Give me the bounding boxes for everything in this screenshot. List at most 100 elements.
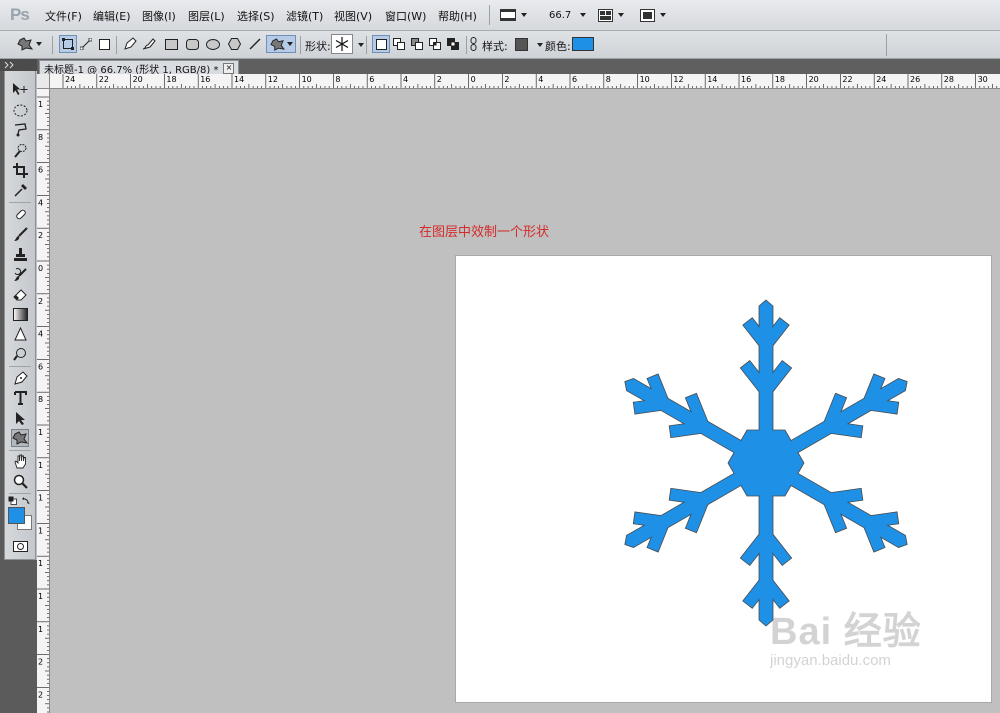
lasso-tool[interactable] (11, 121, 29, 139)
ruler-label: 22 (842, 75, 852, 84)
history-brush-tool[interactable] (11, 265, 29, 283)
rectangle-icon (164, 38, 178, 50)
hand-tool[interactable] (11, 452, 29, 470)
menu-filter[interactable]: 滤镜(T) (286, 8, 323, 24)
brush-icon (13, 226, 28, 241)
screen-layout-button[interactable] (640, 6, 666, 24)
screen-mode-button[interactable] (500, 6, 527, 24)
arrange-documents-button[interactable] (598, 6, 624, 24)
rectangle-tool-button[interactable] (162, 35, 180, 53)
chevron-down-icon[interactable] (358, 43, 364, 47)
watermark-logo-text: Bai 经验 (770, 611, 922, 653)
shape-layers-mode-button[interactable] (59, 35, 77, 53)
ruler-label: 1 (38, 526, 43, 535)
ruler-label: 8 (606, 75, 611, 84)
horizontal-ruler[interactable]: 24 22 20 18 16 14 12 10 8 6 4 2 0 2 4 6 8 10 12 14 16 18 20 22 2… (50, 74, 1000, 89)
ruler-ticks: 24 22 20 18 16 14 12 10 8 6 4 2 0 2 4 6 8 10 12 14 16 18 20 22 2… (62, 74, 998, 88)
pen-icon (13, 370, 28, 385)
pen-tool-button[interactable] (121, 35, 139, 53)
dodge-tool[interactable] (11, 345, 29, 363)
custom-shape-tool[interactable] (11, 429, 29, 447)
quick-selection-tool[interactable] (11, 141, 29, 159)
menu-layer[interactable]: 图层(L) (188, 8, 225, 24)
clone-stamp-tool[interactable] (11, 245, 29, 263)
zoom-tool[interactable] (11, 472, 29, 490)
watermark-url: jingyan.baidu.com (770, 652, 891, 669)
path-selection-tool[interactable] (11, 409, 29, 427)
brush-tool[interactable] (11, 225, 29, 243)
type-tool[interactable] (11, 389, 29, 407)
close-icon[interactable]: × (223, 62, 235, 74)
menu-help[interactable]: 帮助(H) (438, 8, 477, 24)
ruler-label: 1 (38, 100, 43, 109)
zoom-level-select[interactable]: 66.7 (549, 6, 587, 24)
move-tool[interactable] (11, 80, 29, 98)
eyedropper-tool[interactable] (11, 181, 29, 199)
ruler-origin[interactable] (37, 74, 50, 89)
rounded-rectangle-icon (185, 38, 199, 50)
exclude-shape-button[interactable] (444, 35, 462, 53)
snowflake-stem-fill (785, 470, 905, 547)
subtract-shape-button[interactable] (408, 35, 426, 53)
path-icon (80, 38, 92, 50)
swap-colors-button[interactable] (22, 495, 31, 504)
freeform-pen-button[interactable] (140, 35, 158, 53)
line-tool-button[interactable] (246, 35, 264, 53)
fill-pixels-mode-button[interactable] (95, 35, 113, 53)
style-picker[interactable] (513, 37, 529, 51)
new-layer-mode-button[interactable] (372, 35, 390, 53)
optbar-divider (886, 34, 887, 56)
gradient-icon (12, 307, 28, 321)
default-colors-button[interactable] (8, 495, 17, 505)
tool-preset-picker[interactable] (14, 35, 44, 53)
ruler-label: 6 (572, 75, 577, 84)
document-tab-bar: 未标题-1 @ 66.7% (形状 1, RGB/8) * × (37, 59, 1000, 76)
custom-shape-tool-button[interactable] (266, 35, 296, 53)
ruler-label: 6 (369, 75, 374, 84)
menu-edit[interactable]: 编辑(E) (93, 8, 131, 24)
paths-mode-button[interactable] (77, 35, 95, 53)
document-tab[interactable]: 未标题-1 @ 66.7% (形状 1, RGB/8) * × (39, 60, 240, 76)
menu-file[interactable]: 文件(F) (45, 8, 82, 24)
dodge-icon (12, 347, 26, 361)
ruler-label: 1 (38, 494, 43, 503)
intersect-shape-button[interactable] (426, 35, 444, 53)
magnifier-icon (13, 474, 28, 489)
polygon-icon (227, 38, 241, 50)
blur-tool[interactable] (11, 325, 29, 343)
menu-image[interactable]: 图像(I) (142, 8, 176, 24)
ruler-label: 4 (538, 75, 543, 84)
new-shape-layer-icon (375, 38, 387, 50)
default-colors-icon (8, 496, 17, 505)
exclude-shape-icon (447, 38, 459, 50)
rounded-rectangle-button[interactable] (183, 35, 201, 53)
marquee-tool[interactable] (11, 101, 29, 119)
polygon-tool-button[interactable] (225, 35, 243, 53)
snowflake-shape-icon (335, 37, 349, 51)
eraser-tool[interactable] (11, 285, 29, 303)
ellipse-tool-button[interactable] (204, 35, 222, 53)
ruler-label: 4 (403, 75, 408, 84)
shape-layer-icon (62, 38, 74, 50)
pen-tool[interactable] (11, 369, 29, 387)
menu-window[interactable]: 窗口(W) (385, 8, 426, 24)
healing-brush-tool[interactable] (11, 205, 29, 223)
vertical-ruler[interactable]: 18642024681111111222 (37, 89, 50, 713)
add-to-shape-button[interactable] (390, 35, 408, 53)
blur-icon (13, 326, 27, 340)
menu-select[interactable]: 选择(S) (237, 8, 275, 24)
gradient-tool[interactable] (11, 305, 29, 323)
chevron-down-icon[interactable] (537, 43, 543, 47)
color-swatch[interactable] (572, 37, 594, 51)
ruler-label: 14 (234, 75, 244, 84)
quick-mask-button[interactable] (11, 537, 29, 555)
toolbox-header[interactable] (0, 59, 37, 71)
ruler-label: 12 (673, 75, 683, 84)
shape-picker[interactable] (331, 34, 353, 54)
crop-tool[interactable] (11, 161, 29, 179)
foreground-color-swatch[interactable] (8, 507, 25, 524)
link-style-button[interactable] (466, 35, 480, 53)
toolbox-divider (9, 450, 31, 451)
fill-pixels-icon (98, 38, 110, 50)
menu-view[interactable]: 视图(V) (334, 8, 372, 24)
